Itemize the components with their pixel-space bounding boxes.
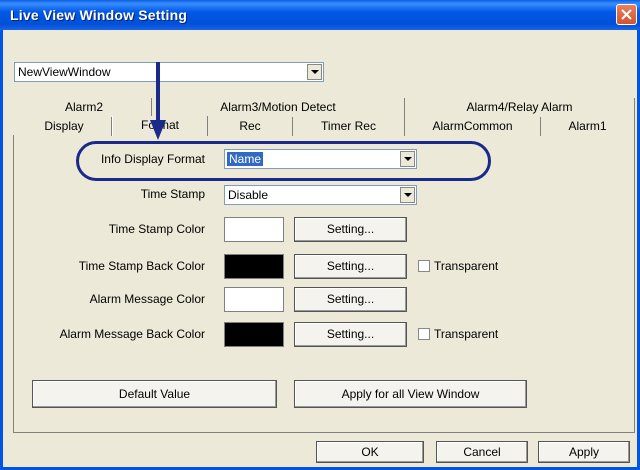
- annotation-arrow-icon: [150, 62, 166, 140]
- tab-timer-rec[interactable]: Timer Rec: [293, 117, 405, 136]
- alarm-message-back-color-label: Alarm Message Back Color: [59, 327, 205, 341]
- time-stamp-transparent-checkbox[interactable]: [418, 260, 430, 272]
- tab-alarm-common[interactable]: AlarmCommon: [405, 117, 541, 136]
- tab-display[interactable]: Display: [17, 117, 112, 136]
- chevron-down-icon: [404, 193, 412, 197]
- time-stamp-select[interactable]: Disable: [224, 185, 417, 205]
- apply-button[interactable]: Apply: [538, 441, 630, 463]
- close-button[interactable]: [616, 4, 637, 25]
- view-window-select-value: NewViewWindow: [18, 65, 111, 79]
- tab-row-back: Alarm2 Alarm3/Motion Detect Alarm4/Relay…: [17, 98, 635, 117]
- alarm-message-transparent-label: Transparent: [434, 327, 499, 341]
- dropdown-button[interactable]: [307, 64, 322, 80]
- tab-alarm3-motion-detect[interactable]: Alarm3/Motion Detect: [152, 98, 405, 117]
- alarm-message-color-setting-button[interactable]: Setting...: [294, 287, 407, 312]
- time-stamp-transparent-label: Transparent: [434, 259, 499, 273]
- default-value-button[interactable]: Default Value: [32, 380, 277, 408]
- time-stamp-back-color-label: Time Stamp Back Color: [78, 259, 205, 273]
- view-window-select[interactable]: NewViewWindow: [14, 62, 324, 82]
- time-stamp-color-swatch: [224, 217, 284, 242]
- time-stamp-color-label: Time Stamp Color: [108, 222, 205, 236]
- dropdown-button[interactable]: [400, 187, 415, 203]
- time-stamp-label: Time Stamp: [140, 187, 205, 201]
- title-bar[interactable]: Live View Window Setting: [0, 0, 640, 30]
- dialog-window: Live View Window Setting NewViewWindow A…: [0, 0, 640, 470]
- cancel-button[interactable]: Cancel: [436, 441, 528, 463]
- alarm-message-back-color-swatch: [224, 322, 284, 347]
- alarm-message-transparent-checkbox[interactable]: [418, 328, 430, 340]
- tab-row-front: Display Format Rec Timer Rec AlarmCommon…: [17, 116, 635, 136]
- time-stamp-value: Disable: [228, 188, 269, 202]
- close-icon: [621, 9, 632, 20]
- time-stamp-back-color-setting-button[interactable]: Setting...: [294, 254, 407, 279]
- ok-button[interactable]: OK: [316, 441, 424, 463]
- alarm-message-back-color-setting-button[interactable]: Setting...: [294, 322, 407, 347]
- annotation-highlight-oval: [76, 141, 491, 181]
- time-stamp-back-color-swatch: [224, 254, 284, 279]
- window-title: Live View Window Setting: [10, 7, 188, 23]
- alarm-message-color-label: Alarm Message Color: [89, 292, 205, 306]
- tab-alarm4-relay-alarm[interactable]: Alarm4/Relay Alarm: [405, 98, 635, 117]
- apply-all-view-window-button[interactable]: Apply for all View Window: [294, 380, 527, 408]
- tab-rec[interactable]: Rec: [208, 117, 293, 136]
- tab-alarm1[interactable]: Alarm1: [541, 117, 635, 136]
- tab-alarm2[interactable]: Alarm2: [17, 98, 152, 117]
- chevron-down-icon: [311, 70, 319, 74]
- time-stamp-color-setting-button[interactable]: Setting...: [294, 217, 407, 242]
- alarm-message-color-swatch: [224, 287, 284, 312]
